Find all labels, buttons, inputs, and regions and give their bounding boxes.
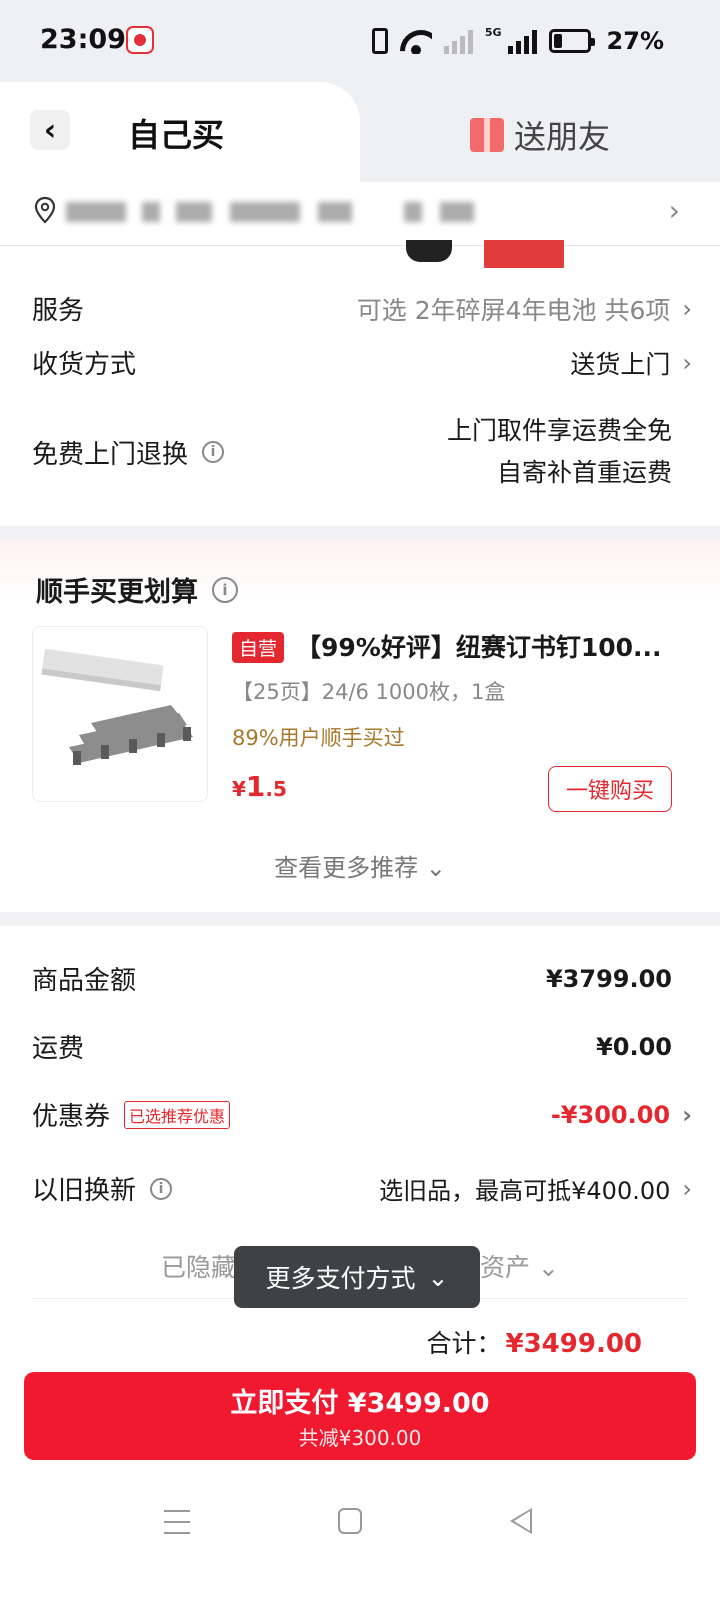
recommend-card: 顺手买更划算 i 自营 【99%好评】纽赛订书钉100... 【25页】24/6…	[0, 540, 720, 912]
one-click-buy-button[interactable]: 一键购买	[548, 766, 672, 812]
back-button[interactable]: ‹	[30, 110, 70, 150]
signal-sim2-icon	[507, 28, 537, 54]
goods-amount-row: 商品金额 ¥3799.00	[32, 960, 692, 997]
pay-discount-label: 共减¥300.00	[298, 1426, 422, 1450]
chevron-right-icon: ›	[682, 294, 692, 323]
tab-self-buy[interactable]: ‹ 自己买	[0, 82, 360, 182]
pay-now-button[interactable]: 立即支付 ¥3499.00 共减¥300.00	[24, 1372, 696, 1460]
free-return-value-2: 自寄补首重运费	[496, 458, 672, 487]
chevron-down-icon: ⌄	[537, 1253, 559, 1282]
gift-row-partial	[32, 240, 688, 268]
price-integer: 1	[245, 770, 266, 803]
status-bar: 23:09 5G 27%	[0, 0, 720, 84]
goods-amount-label: 商品金额	[32, 966, 137, 996]
vibrate-icon	[371, 28, 388, 54]
signal-sim1-icon	[443, 28, 473, 54]
header-tabs: ‹ 自己买 送朋友	[0, 82, 720, 182]
tab-self-buy-label: 自己买	[128, 116, 225, 154]
address-redacted	[440, 202, 474, 222]
delivery-row[interactable]: 收货方式 送货上门 ›	[32, 344, 692, 381]
hidden-assets-left: 已隐藏	[161, 1253, 237, 1282]
more-payment-methods-toast[interactable]: 更多支付方式 ⌄	[234, 1246, 480, 1308]
stapler-staples-image	[41, 648, 193, 765]
product-hint: 89%用户顺手买过	[232, 726, 405, 750]
address-redacted	[66, 202, 126, 222]
delivery-label: 收货方式	[32, 350, 137, 380]
status-time: 23:09	[40, 24, 126, 55]
double-chevron-down-icon: ⌄	[427, 1262, 449, 1292]
info-icon[interactable]: i	[212, 576, 238, 603]
address-redacted	[142, 202, 160, 222]
order-total: 合计： ¥3499.00	[426, 1324, 642, 1360]
trade-in-row[interactable]: 以旧换新 i 选旧品，最高可抵¥400.00 ›	[32, 1170, 692, 1207]
gift-thumbnail	[406, 240, 452, 262]
address-redacted	[318, 202, 352, 222]
free-return-row: 免费上门退换 i 上门取件享运费全免 自寄补首重运费	[32, 410, 692, 494]
service-value: 可选 2年碎屏4年电池 共6项	[356, 295, 671, 325]
coupon-row[interactable]: 优惠券 已选推荐优惠 -¥300.00 ›	[32, 1096, 692, 1133]
chevron-right-icon: ›	[682, 348, 692, 377]
product-spec: 【25页】24/6 1000枚，1盒	[232, 680, 506, 704]
pay-now-label: 立即支付 ¥3499.00	[230, 1388, 490, 1419]
chevron-down-icon: ⌄	[425, 854, 446, 882]
chevron-right-icon: ›	[682, 1174, 692, 1203]
free-return-label: 免费上门退换	[32, 439, 189, 470]
tab-gift-friend[interactable]: 送朋友	[470, 112, 610, 158]
info-icon[interactable]: i	[150, 1177, 173, 1200]
info-icon[interactable]: i	[202, 441, 225, 463]
chevron-right-icon: ›	[668, 194, 680, 227]
shipping-value: ¥0.00	[596, 1032, 672, 1061]
battery-percent: 27%	[606, 27, 664, 55]
delivery-value: 送货上门	[570, 349, 671, 379]
chevron-left-icon: ‹	[43, 112, 57, 148]
back-triangle-icon[interactable]	[510, 1508, 532, 1534]
address-redacted	[230, 202, 300, 222]
address-redacted	[176, 202, 212, 222]
order-details-card: 服务 可选 2年碎屏4年电池 共6项 › 收货方式 送货上门 › 免费上门退换 …	[0, 240, 720, 526]
network-type: 5G	[484, 26, 502, 39]
address-bar[interactable]: ›	[0, 182, 720, 246]
more-recommend-link[interactable]: 查看更多推荐 ⌄	[0, 848, 720, 883]
price-currency: ¥	[232, 777, 246, 801]
product-name[interactable]: 【99%好评】纽赛订书钉100...	[296, 628, 676, 664]
more-payment-label: 更多支付方式	[265, 1264, 416, 1293]
battery-icon	[548, 29, 595, 53]
gift-icon	[470, 118, 504, 152]
trade-in-value: 选旧品，最高可抵¥400.00	[379, 1177, 671, 1205]
tab-gift-label: 送朋友	[514, 118, 611, 156]
hidden-assets-right: 资产	[480, 1253, 531, 1282]
product-image[interactable]	[32, 626, 208, 802]
address-redacted	[404, 202, 422, 222]
home-icon[interactable]	[338, 1508, 362, 1534]
app-notification-icon	[126, 26, 154, 54]
menu-icon[interactable]	[164, 1510, 190, 1534]
shipping-label: 运费	[32, 1034, 85, 1064]
coupon-value: -¥300.00	[550, 1100, 671, 1129]
shipping-row: 运费 ¥0.00	[32, 1028, 692, 1065]
coupon-tag: 已选推荐优惠	[124, 1100, 231, 1129]
total-label: 合计：	[426, 1329, 502, 1358]
system-nav-bar	[0, 1504, 720, 1564]
chevron-right-icon: ›	[682, 1100, 692, 1129]
status-icons: 5G 27%	[371, 26, 664, 56]
location-pin-icon	[34, 196, 56, 224]
total-value: ¥3499.00	[505, 1329, 642, 1359]
service-row[interactable]: 服务 可选 2年碎屏4年电池 共6项 ›	[32, 290, 692, 327]
self-operated-badge: 自营	[232, 632, 285, 663]
goods-amount-value: ¥3799.00	[545, 964, 672, 993]
wifi-icon	[400, 28, 432, 54]
product-price: ¥1.5	[232, 770, 287, 803]
coupon-label: 优惠券	[32, 1102, 111, 1132]
more-recommend-label: 查看更多推荐	[274, 854, 419, 882]
bottom-bar: 立即支付 ¥3499.00 共减¥300.00	[0, 1356, 720, 1604]
recommend-title: 顺手买更划算	[36, 577, 198, 608]
free-return-value-1: 上门取件享运费全免	[446, 416, 672, 445]
service-label: 服务	[32, 296, 85, 326]
gift-thumbnail	[484, 240, 564, 268]
trade-in-label: 以旧换新	[32, 1176, 137, 1206]
price-decimal: .5	[265, 777, 287, 801]
